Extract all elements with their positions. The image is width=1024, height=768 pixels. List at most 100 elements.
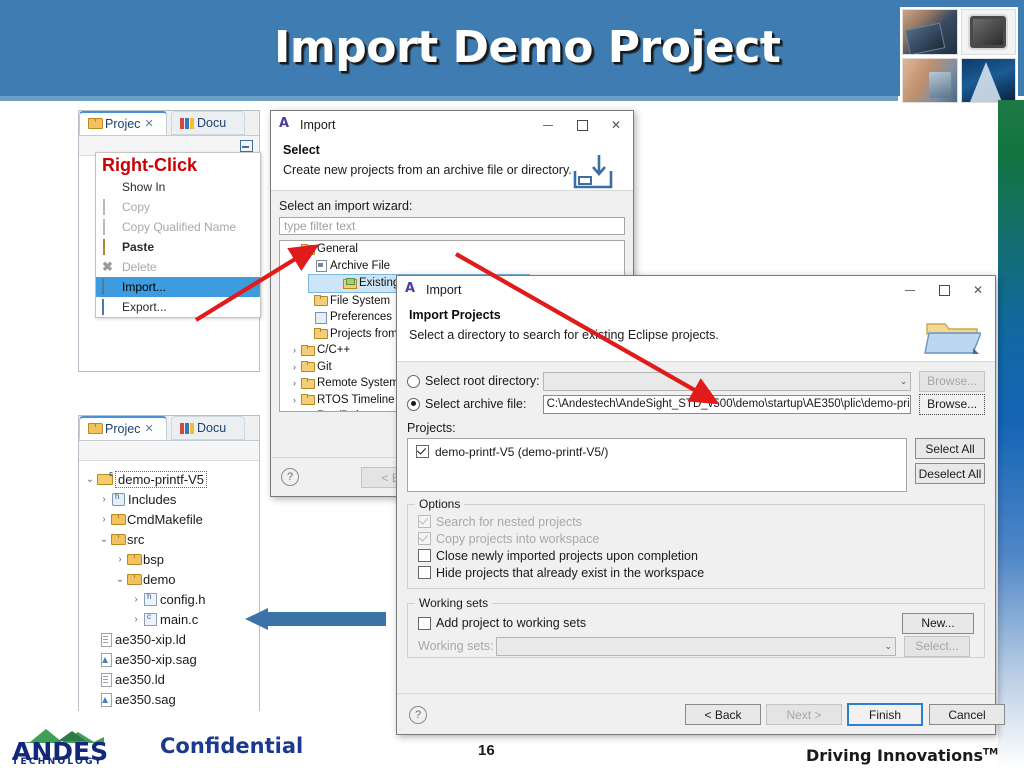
- root-directory-combo[interactable]: ⌄: [542, 371, 912, 391]
- menu-item-import[interactable]: Import...: [96, 277, 260, 297]
- wizard-tree-label: Remote Systems: [317, 377, 405, 390]
- next-button[interactable]: Next >: [766, 704, 842, 725]
- close-icon[interactable]: ✕: [144, 422, 153, 435]
- new-working-set-button[interactable]: New...: [902, 612, 974, 634]
- chevron-down-icon[interactable]: ⌄: [288, 244, 301, 255]
- tree-item-bsp[interactable]: › bsp: [83, 549, 259, 569]
- collapse-all-icon[interactable]: [240, 140, 253, 152]
- dialog-heading: Import Projects: [409, 308, 501, 322]
- wizard-tree-item-archive-file[interactable]: Archive File: [280, 258, 624, 275]
- folder-icon: [127, 573, 142, 585]
- project-list-item[interactable]: demo-printf-V5 (demo-printf-V5/): [408, 443, 906, 460]
- projects-section: demo-printf-V5 (demo-printf-V5/) Select …: [407, 438, 985, 492]
- chevron-right-icon[interactable]: ›: [97, 514, 111, 525]
- option-checkbox[interactable]: [418, 515, 431, 528]
- filter-input[interactable]: type filter text: [279, 217, 625, 235]
- archive-file-combo[interactable]: C:\Andestech\AndeSight_STD_v500\demo\sta…: [542, 394, 912, 414]
- back-button[interactable]: < Back: [685, 704, 761, 725]
- chevron-right-icon[interactable]: ›: [129, 594, 143, 605]
- project-import-icon: [343, 277, 357, 289]
- tree-item-includes[interactable]: › Includes: [83, 489, 259, 509]
- project-icon: [97, 471, 113, 485]
- option-search-nested[interactable]: Search for nested projects: [418, 513, 974, 530]
- chevron-down-icon[interactable]: ⌄: [880, 641, 892, 652]
- option-checkbox[interactable]: [418, 532, 431, 545]
- maximize-button[interactable]: [565, 111, 599, 139]
- help-icon[interactable]: ?: [409, 706, 427, 724]
- tree-item-demo-printf-v5[interactable]: ⌄ demo-printf-V5: [83, 469, 259, 489]
- finish-button[interactable]: Finish: [847, 703, 923, 726]
- tab-documentation[interactable]: Docu: [171, 111, 245, 135]
- archive-browse-button[interactable]: Browse...: [919, 393, 985, 415]
- tree-item-ae350-sag[interactable]: ae350.sag: [83, 689, 259, 709]
- project-explorer-top: Projec ✕ Docu Right-Click Show In Copy C…: [78, 110, 261, 372]
- project-checkbox[interactable]: [416, 445, 429, 458]
- chevron-down-icon[interactable]: ⌄: [83, 474, 97, 485]
- chevron-right-icon[interactable]: ›: [288, 378, 301, 388]
- option-close-newly-imported[interactable]: Close newly imported projects upon compl…: [418, 547, 974, 564]
- maximize-button[interactable]: [927, 276, 961, 304]
- option-checkbox[interactable]: [418, 566, 431, 579]
- minimize-button[interactable]: [893, 276, 927, 304]
- dialog-title-bar[interactable]: Import ✕: [271, 111, 633, 139]
- chevron-right-icon[interactable]: ›: [288, 395, 301, 405]
- chevron-right-icon[interactable]: ›: [129, 614, 143, 625]
- banner-underline: [0, 96, 898, 101]
- close-icon[interactable]: ✕: [144, 117, 153, 130]
- root-directory-label: Select root directory:: [425, 374, 540, 388]
- window-controls: ✕: [893, 276, 995, 304]
- tree-item-label: ae350-xip.ld: [115, 631, 186, 647]
- header-file-icon: [143, 592, 157, 606]
- projects-list[interactable]: demo-printf-V5 (demo-printf-V5/): [407, 438, 907, 492]
- select-archive-file-radio[interactable]: [407, 397, 420, 411]
- tree-item-ae350-xip-ld[interactable]: ae350-xip.ld: [83, 629, 259, 649]
- chevron-right-icon[interactable]: ›: [97, 494, 111, 505]
- select-root-directory-radio[interactable]: [407, 374, 420, 388]
- tree-item-src[interactable]: ⌄ src: [83, 529, 259, 549]
- chevron-down-icon[interactable]: ⌄: [97, 534, 111, 545]
- root-browse-button[interactable]: Browse...: [919, 370, 985, 392]
- menu-item-export[interactable]: Export...: [96, 297, 260, 317]
- wizard-tree-item-general[interactable]: ⌄ General: [280, 241, 624, 258]
- chevron-right-icon[interactable]: ›: [288, 345, 301, 355]
- menu-item-copy-qualified-name[interactable]: Copy Qualified Name: [96, 217, 260, 237]
- chevron-right-icon[interactable]: ›: [288, 411, 301, 412]
- import-projects-dialog: Import ✕ Import Projects Select a direct…: [396, 275, 1005, 735]
- menu-item-paste[interactable]: Paste: [96, 237, 260, 257]
- menu-item-delete[interactable]: ✖ Delete: [96, 257, 260, 277]
- dialog-description: Select a directory to search for existin…: [409, 328, 719, 342]
- tree-item-main-c[interactable]: › main.c: [83, 609, 259, 629]
- tree-item-demo[interactable]: ⌄ demo: [83, 569, 259, 589]
- chevron-right-icon[interactable]: ›: [288, 362, 301, 372]
- tab-project-explorer[interactable]: Projec ✕: [79, 111, 167, 135]
- tree-item-ae350-xip-sag[interactable]: ae350-xip.sag: [83, 649, 259, 669]
- menu-item-show-in[interactable]: Show In: [96, 177, 260, 197]
- option-hide-existing[interactable]: Hide projects that already exist in the …: [418, 564, 974, 581]
- close-icon[interactable]: ✕: [961, 276, 995, 304]
- tree-item-cmdmakefile[interactable]: › CmdMakefile: [83, 509, 259, 529]
- menu-item-copy[interactable]: Copy: [96, 197, 260, 217]
- chevron-right-icon[interactable]: ›: [113, 554, 127, 565]
- project-tree: ⌄ demo-printf-V5 › Includes › CmdMakefil…: [79, 461, 259, 709]
- minimize-button[interactable]: [531, 111, 565, 139]
- chevron-down-icon[interactable]: ⌄: [896, 376, 908, 387]
- archive-file-label: Select archive file:: [425, 397, 527, 411]
- dialog-title-bar[interactable]: Import ✕: [397, 276, 995, 304]
- select-working-set-button[interactable]: Select...: [904, 635, 970, 657]
- help-icon[interactable]: ?: [281, 468, 299, 486]
- working-sets-combo[interactable]: ⌄: [496, 636, 896, 656]
- tab-documentation[interactable]: Docu: [171, 416, 245, 440]
- cancel-button[interactable]: Cancel: [929, 704, 1005, 725]
- tab-project-explorer[interactable]: Projec ✕: [79, 416, 167, 440]
- deselect-all-button[interactable]: Deselect All: [915, 463, 985, 484]
- select-all-button[interactable]: Select All: [915, 438, 985, 459]
- option-copy-into-workspace[interactable]: Copy projects into workspace: [418, 530, 974, 547]
- tab-label: Docu: [197, 421, 227, 435]
- add-to-working-sets-checkbox[interactable]: [418, 616, 431, 630]
- close-icon[interactable]: ✕: [599, 111, 633, 139]
- chevron-down-icon[interactable]: ⌄: [113, 574, 127, 585]
- tree-item-config-h[interactable]: › config.h: [83, 589, 259, 609]
- archive-icon: [314, 260, 327, 273]
- option-checkbox[interactable]: [418, 549, 431, 562]
- tree-item-ae350-ld[interactable]: ae350.ld: [83, 669, 259, 689]
